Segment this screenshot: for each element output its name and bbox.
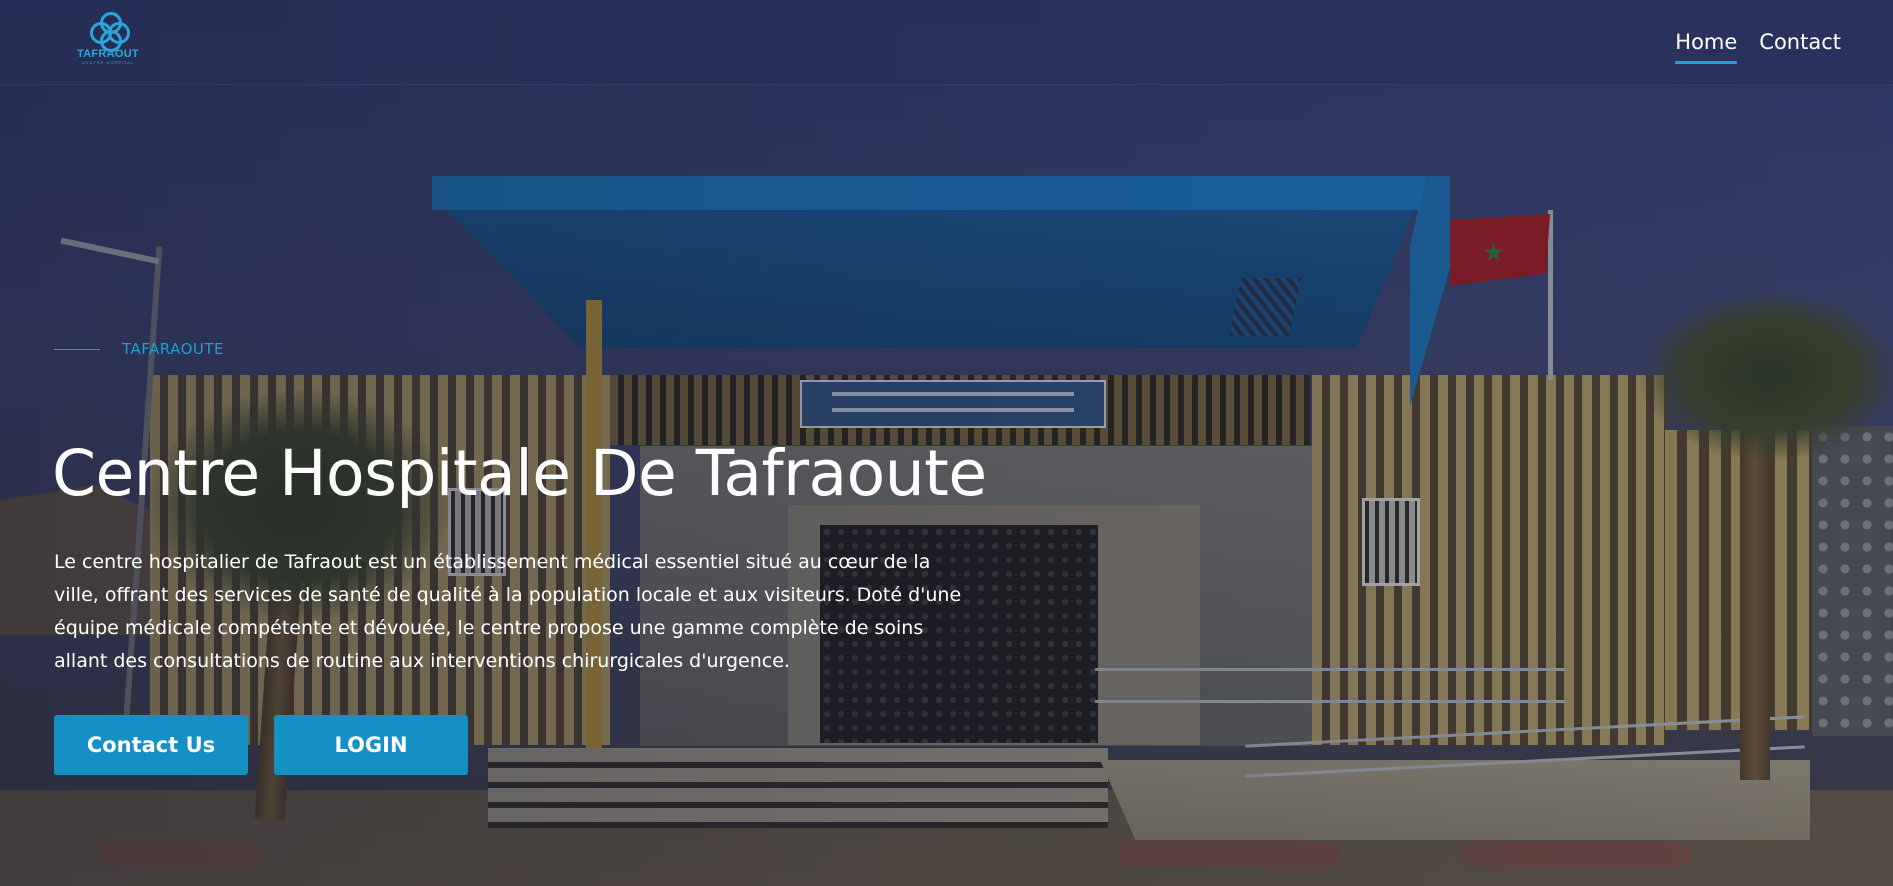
hero-section: ★ TAFRAOUT CENTRE HOSPITAL Home Contact … (0, 0, 1893, 886)
login-button[interactable]: LOGIN (274, 715, 468, 775)
nav-home-link[interactable]: Home (1675, 30, 1738, 64)
site-header: TAFRAOUT CENTRE HOSPITAL Home Contact (0, 0, 1893, 85)
hero-eyebrow: TAFARAOUTE (54, 340, 224, 358)
eyebrow-text: TAFARAOUTE (122, 340, 225, 358)
medical-cross-logo-icon (90, 12, 130, 52)
main-nav: Home Contact (1675, 30, 1841, 64)
logo-subtext: CENTRE HOSPITAL (81, 60, 135, 65)
contact-us-button[interactable]: Contact Us (54, 715, 248, 775)
eyebrow-line (54, 348, 100, 350)
site-logo[interactable]: TAFRAOUT CENTRE HOSPITAL (76, 12, 140, 72)
nav-contact-link[interactable]: Contact (1759, 30, 1841, 60)
hero-description: Le centre hospitalier de Tafraout est un… (54, 551, 962, 672)
hero-title: Centre Hospitale De Tafraoute (52, 437, 987, 510)
